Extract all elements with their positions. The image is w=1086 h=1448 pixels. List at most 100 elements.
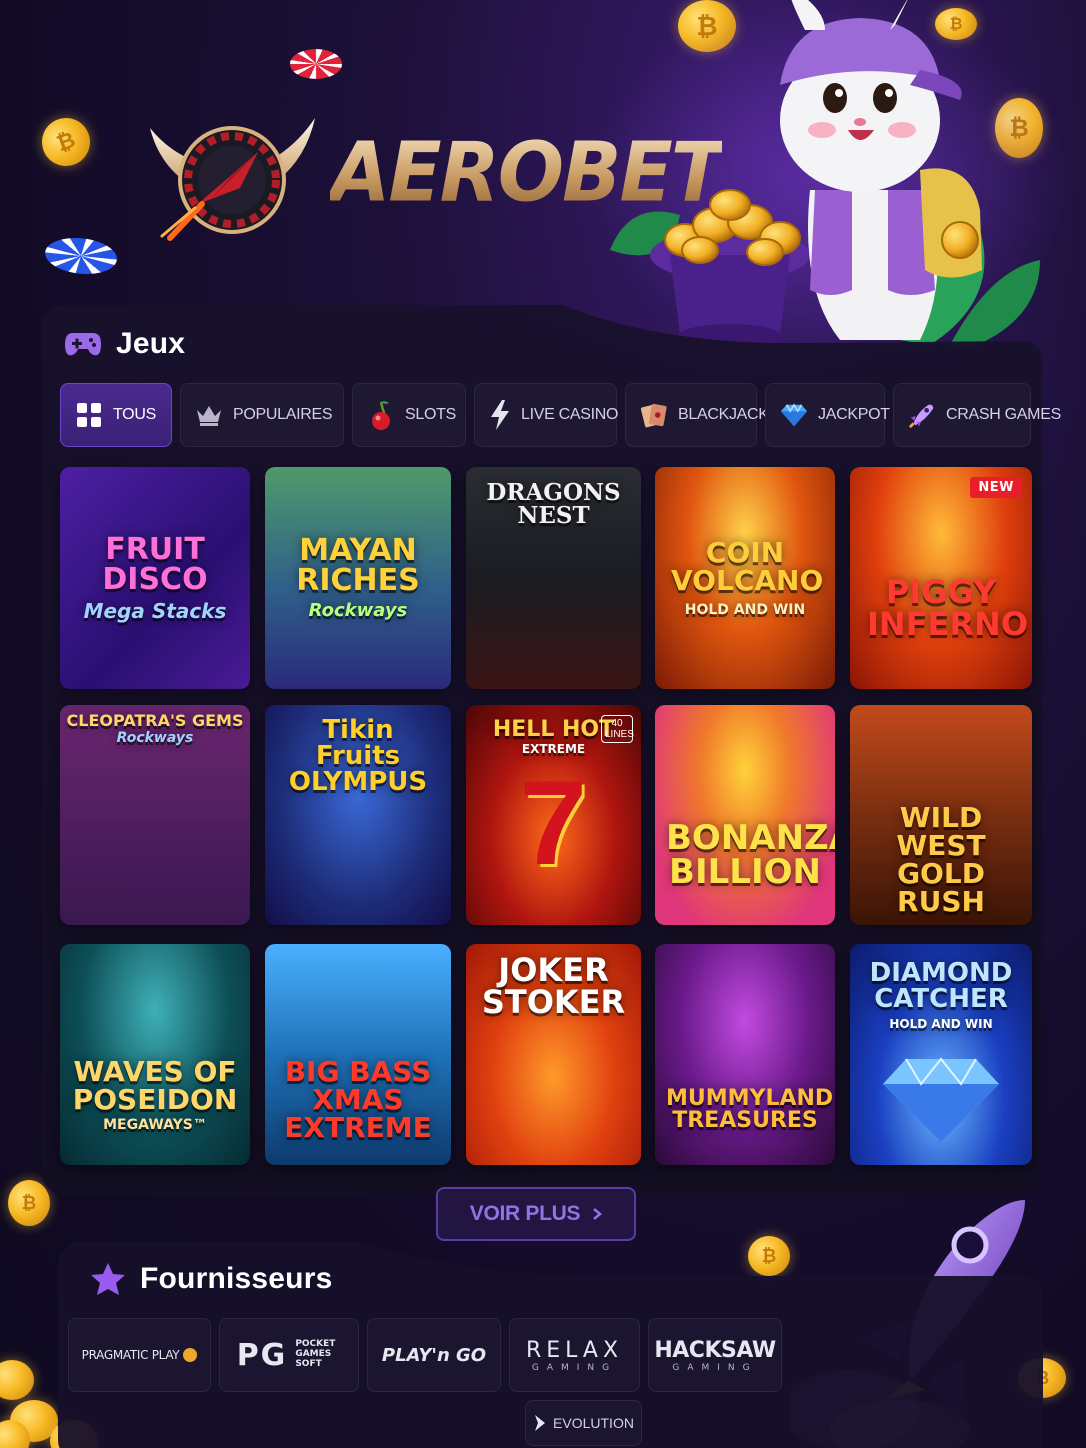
see-more-button[interactable]: VOIR PLUS [436, 1187, 636, 1241]
games-section-title: Jeux [116, 327, 186, 360]
provider-subname: GAMING [672, 1362, 758, 1373]
game-subtitle: HOLD AND WIN [889, 1017, 993, 1031]
coin-icon: ₿ [8, 1180, 50, 1226]
pragmatic-logo-icon [183, 1348, 198, 1362]
game-title: PIGGY INFERNO [867, 573, 1029, 643]
game-card-big-bass-xmas-extreme[interactable]: BIG BASS XMAS EXTREME [265, 944, 451, 1165]
coin-icon: ₿ [678, 0, 736, 52]
game-title: Tikin Fruits OLYMPUS [288, 715, 428, 797]
cards-icon [640, 401, 668, 429]
tab-live-casino[interactable]: LIVE CASINO [474, 383, 619, 447]
game-title: DRAGONS NEST [486, 479, 621, 529]
game-card-coin-volcano[interactable]: COIN VOLCANO HOLD AND WIN [655, 467, 835, 689]
evolution-logo-icon [535, 1415, 546, 1431]
tab-label: POPULAIRES [233, 406, 333, 423]
provider-subname: GAMING [531, 1362, 618, 1373]
game-card-waves-of-poseidon[interactable]: WAVES OF POSEIDON MEGAWAYS™ [60, 944, 250, 1165]
game-card-mummyland-treasures[interactable]: MUMMYLAND TREASURES [655, 944, 835, 1165]
game-title: COIN VOLCANO [671, 536, 824, 597]
game-title: CLEOPATRA'S GEMS [66, 711, 244, 730]
tab-label: JACKPOT [818, 406, 890, 423]
chevron-right-icon [593, 1208, 603, 1220]
tab-jackpot[interactable]: JACKPOT [765, 383, 890, 447]
game-card-tikin-fruits-olympus[interactable]: Tikin Fruits OLYMPUS [265, 705, 451, 925]
star-icon [91, 1263, 125, 1295]
brand-name: AEROBET [330, 125, 724, 221]
lines-badge: 40 LINES [601, 715, 634, 743]
diamond-icon [883, 1057, 999, 1142]
game-title: BIG BASS XMAS EXTREME [284, 1054, 432, 1144]
game-subtitle: MEGAWAYS™ [103, 1116, 207, 1133]
seven-symbol: 7 [520, 756, 587, 890]
tab-slots[interactable]: SLOTS [352, 383, 466, 447]
provider-name: PLAY'n GO [381, 1344, 487, 1366]
game-subtitle: Rockways [308, 600, 408, 621]
provider-name: HACKSAW [654, 1337, 776, 1363]
coin-icon: ₿ [995, 98, 1043, 158]
game-title: MAYAN RICHES [296, 533, 420, 598]
coin-icon: ₿ [748, 1236, 790, 1276]
game-title: DIAMOND CATCHER [869, 958, 1013, 1014]
coin-icon: ₿ [35, 111, 97, 173]
providers-section-header: Fournisseurs [90, 1258, 332, 1300]
poker-chip-icon [280, 43, 352, 85]
game-subtitle: Rockways [116, 730, 194, 746]
games-section-header: Jeux [64, 324, 185, 364]
tab-label: BLACKJACK [678, 406, 769, 423]
game-title: FRUIT DISCO [102, 532, 208, 597]
providers-list: PRAGMATIC PLAY PG POCKET GAMES SOFT PLAY… [68, 1318, 782, 1392]
game-title: BONANZA BILLION [666, 818, 835, 892]
game-subtitle: Mega Stacks [83, 599, 227, 623]
tab-label: TOUS [113, 406, 156, 423]
crown-icon [195, 401, 223, 429]
gamepad-icon [65, 333, 101, 356]
coin-icon: ₿ [935, 8, 977, 40]
tab-popular[interactable]: POPULAIRES [180, 383, 344, 447]
provider-name: PG [236, 1337, 288, 1373]
game-card-dragons-nest[interactable]: DRAGONS NEST [466, 467, 641, 689]
see-more-label: VOIR PLUS [469, 1202, 581, 1225]
game-card-joker-stoker[interactable]: JOKER STOKER [466, 944, 641, 1165]
provider-name: RELAX [525, 1337, 624, 1363]
provider-pg-soft[interactable]: PG POCKET GAMES SOFT [219, 1318, 359, 1392]
game-card-bonanza-billion[interactable]: BONANZA BILLION [655, 705, 835, 925]
poker-chip-icon [34, 231, 128, 281]
game-card-wild-west-gold-rush[interactable]: WILD WEST GOLD RUSH [850, 705, 1032, 925]
diamond-icon [780, 401, 808, 429]
aerobet-emblem-icon [150, 118, 315, 241]
lightning-icon [489, 400, 511, 430]
game-title: JOKER STOKER [481, 951, 626, 1021]
provider-pragmatic-play[interactable]: PRAGMATIC PLAY [68, 1318, 211, 1392]
game-subtitle: HOLD AND WIN [684, 602, 806, 618]
category-tabs: TOUS POPULAIRES SLOTS LIVE CASINO BLACKJ… [60, 383, 1061, 447]
game-card-mayan-riches[interactable]: MAYAN RICHES Rockways [265, 467, 451, 689]
grid-icon [75, 401, 103, 429]
tab-crash-games[interactable]: CRASH GAMES [893, 383, 1061, 447]
game-title: MUMMYLAND TREASURES [666, 1085, 834, 1133]
game-card-cleopatras-gems[interactable]: CLEOPATRA'S GEMS Rockways [60, 705, 250, 925]
providers-section-title: Fournisseurs [140, 1262, 333, 1295]
tab-label: LIVE CASINO [521, 406, 619, 423]
game-card-hell-hot[interactable]: HELL HOT EXTREME 40 LINES 7 [466, 705, 641, 925]
tab-blackjack[interactable]: BLACKJACK [625, 383, 769, 447]
rocket-icon [908, 401, 936, 429]
game-card-fruit-disco[interactable]: FRUIT DISCO Mega Stacks [60, 467, 250, 689]
game-card-piggy-inferno[interactable]: NEW PIGGY INFERNO [850, 467, 1032, 689]
game-title: WILD WEST GOLD RUSH [896, 801, 986, 918]
provider-relax-gaming[interactable]: RELAX GAMING [509, 1318, 640, 1392]
game-card-diamond-catcher[interactable]: DIAMOND CATCHER HOLD AND WIN [850, 944, 1032, 1165]
brand-logo[interactable]: AEROBET [140, 108, 724, 248]
game-title: WAVES OF POSEIDON [72, 1054, 238, 1116]
provider-hacksaw-gaming[interactable]: HACKSAW GAMING [648, 1318, 782, 1392]
provider-evolution[interactable]: EVOLUTION [525, 1400, 642, 1446]
provider-name: EVOLUTION [553, 1415, 634, 1431]
provider-play-n-go[interactable]: PLAY'n GO [367, 1318, 501, 1392]
provider-name: PRAGMATIC PLAY [81, 1348, 180, 1362]
tab-label: SLOTS [405, 406, 456, 423]
tab-all[interactable]: TOUS [60, 383, 172, 447]
new-badge: NEW [970, 477, 1022, 498]
provider-subname: POCKET GAMES SOFT [295, 1339, 336, 1369]
cherry-icon [367, 401, 395, 430]
game-subtitle: EXTREME [521, 742, 586, 756]
tab-label: CRASH GAMES [946, 406, 1061, 423]
